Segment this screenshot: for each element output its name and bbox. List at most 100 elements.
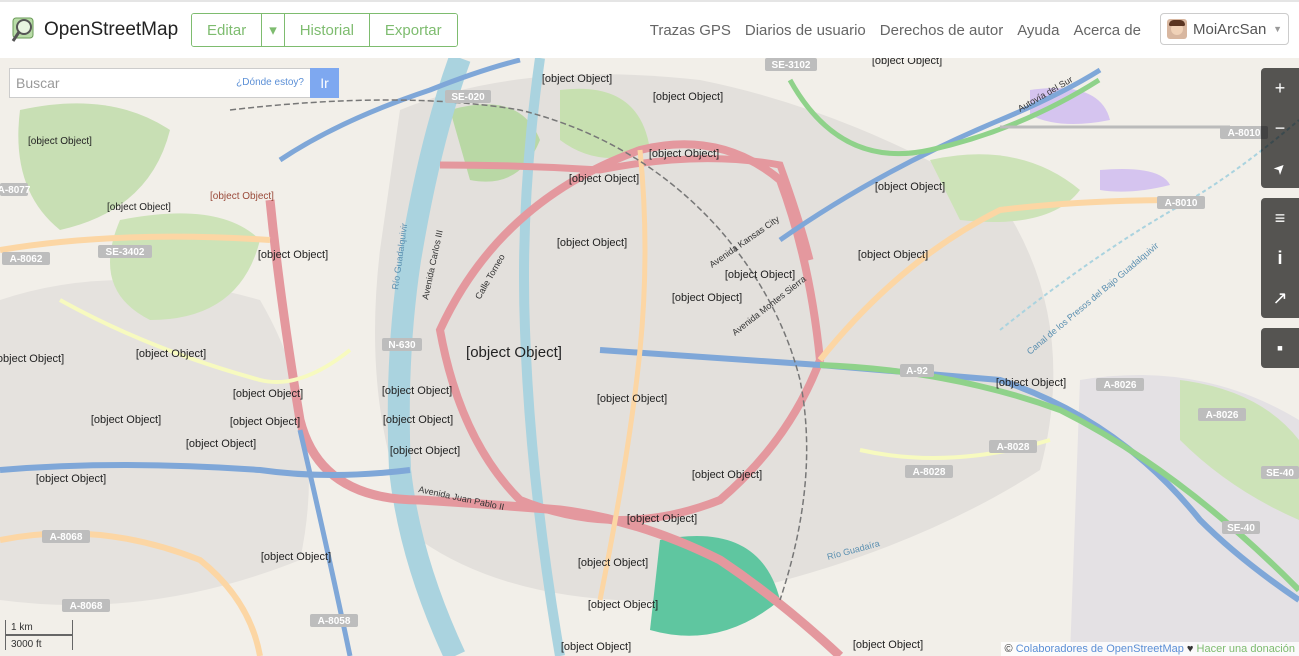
copyright-symbol: © <box>1004 643 1016 655</box>
place-label: [object Object] <box>91 414 161 426</box>
chevron-down-icon: ▼ <box>1273 24 1282 34</box>
search-go-button[interactable]: Ir <box>310 68 339 98</box>
donate-link[interactable]: Hacer una donación <box>1197 643 1295 655</box>
svg-text:N-630: N-630 <box>388 340 416 351</box>
nav-user-diaries[interactable]: Diarios de usuario <box>745 22 866 39</box>
contributors-link[interactable]: Colaboradores de OpenStreetMap <box>1016 643 1184 655</box>
place-label: [object Object] <box>210 191 274 202</box>
edit-button-group: Editar ▾ Historial Exportar <box>191 13 458 47</box>
shield-a8010: A-8010 <box>1157 196 1205 209</box>
place-label: [object Object] <box>875 181 945 193</box>
svg-text:A-8028: A-8028 <box>997 442 1030 453</box>
place-label: [object Object] <box>858 249 928 261</box>
shield-se40: SE-40 <box>1261 466 1299 479</box>
svg-text:A-8028: A-8028 <box>913 467 946 478</box>
shield-n630: N-630 <box>382 338 422 351</box>
shield-se3102: SE-3102 <box>765 58 817 71</box>
export-button[interactable]: Exportar <box>369 14 457 46</box>
place-label: [object Object] <box>653 91 723 103</box>
scale-km-label: 1 km <box>11 622 33 633</box>
osm-logo[interactable]: OpenStreetMap <box>10 16 178 44</box>
scale-bar: 1 km 3000 ft <box>5 620 73 652</box>
canal <box>999 119 1299 331</box>
shield-a92: A-92 <box>900 364 934 377</box>
map-render: SE-020 SE-3102 SE-3402 A-8062 A-8077 N-6… <box>0 58 1299 656</box>
attribution: © Colaboradores de OpenStreetMap ♥ Hacer… <box>1000 642 1299 656</box>
shield-a8026: A-8026 <box>1096 378 1144 391</box>
zoom-out-button[interactable]: − <box>1261 108 1299 148</box>
place-label: [object Object] <box>233 388 303 400</box>
svg-text:SE-020: SE-020 <box>451 92 485 103</box>
svg-text:SE-3102: SE-3102 <box>772 60 811 71</box>
locate-button[interactable]: ➤ <box>1261 148 1299 188</box>
add-note-button[interactable]: ▪ <box>1261 328 1299 368</box>
place-label: [object Object] <box>561 641 631 653</box>
nav-about[interactable]: Acerca de <box>1073 22 1141 39</box>
scale-ft-label: 3000 ft <box>11 639 42 650</box>
note-controls: ▪ <box>1261 328 1299 368</box>
svg-text:SE-40: SE-40 <box>1266 468 1294 479</box>
svg-text:A-8010: A-8010 <box>1165 198 1198 209</box>
shield-a8068: A-8068 <box>42 530 90 543</box>
shield-a8077: A-8077 <box>0 183 31 196</box>
site-header: OpenStreetMap Editar ▾ Historial Exporta… <box>0 2 1299 59</box>
share-button[interactable]: ↗ <box>1261 278 1299 318</box>
map-panel-controls: ≡ i ↗ <box>1261 198 1299 318</box>
svg-text:SE-40: SE-40 <box>1227 523 1255 534</box>
svg-text:A-8077: A-8077 <box>0 185 31 196</box>
map-key-button[interactable]: i <box>1261 238 1299 278</box>
place-label: [object Object] <box>382 385 452 397</box>
history-button[interactable]: Historial <box>284 14 370 46</box>
nav-copyright[interactable]: Derechos de autor <box>880 22 1003 39</box>
place-label: [object Object] <box>569 173 639 185</box>
svg-text:A-8068: A-8068 <box>70 601 103 612</box>
speech-bubble-icon: ▪ <box>1276 337 1284 358</box>
place-label: [object Object] <box>588 599 658 611</box>
shield-a8028: A-8028 <box>989 440 1037 453</box>
svg-text:A-8062: A-8062 <box>10 254 43 265</box>
place-label: [object Object] <box>36 473 106 485</box>
industrial-area <box>1100 169 1170 192</box>
place-label: [object Object] <box>261 551 331 563</box>
heart-icon: ♥ <box>1183 643 1197 655</box>
logo-text: OpenStreetMap <box>44 19 179 40</box>
place-label: [object Object] <box>627 513 697 525</box>
svg-text:A-8058: A-8058 <box>318 616 351 627</box>
place-label: [object Object] <box>692 469 762 481</box>
edit-button[interactable]: Editar <box>192 14 263 46</box>
place-label: [object Object] <box>557 237 627 249</box>
shield-a8026: A-8026 <box>1198 408 1246 421</box>
place-label: [object Object] <box>542 73 612 85</box>
nav-help[interactable]: Ayuda <box>1017 22 1059 39</box>
search-placeholder: Buscar <box>16 75 60 91</box>
secondary-nav: Trazas GPS Diarios de usuario Derechos d… <box>650 22 1141 39</box>
nav-gps-traces[interactable]: Trazas GPS <box>650 22 731 39</box>
shield-se40: SE-40 <box>1222 521 1260 534</box>
place-label: [object Object] <box>853 639 923 651</box>
shield-a8068: A-8068 <box>62 599 110 612</box>
shield-a8028: A-8028 <box>905 465 953 478</box>
svg-text:A-8010: A-8010 <box>1228 128 1261 139</box>
where-am-i-link[interactable]: ¿Dónde estoy? <box>236 77 304 88</box>
shield-se3402: SE-3402 <box>98 245 152 258</box>
location-arrow-icon: ➤ <box>1269 157 1290 178</box>
place-label: [object Object] <box>466 344 562 361</box>
layers-button[interactable]: ≡ <box>1261 198 1299 238</box>
info-icon: i <box>1277 247 1283 268</box>
svg-text:A-8068: A-8068 <box>50 532 83 543</box>
place-label: [object Object] <box>996 377 1066 389</box>
place-label: [object Object] <box>136 348 206 360</box>
search-input[interactable]: Buscar ¿Dónde estoy? <box>9 68 310 98</box>
place-label: [object Object] <box>872 58 942 67</box>
caret-down-icon: ▾ <box>269 22 277 39</box>
place-label: [object Object] <box>28 136 92 147</box>
edit-dropdown-button[interactable]: ▾ <box>262 14 285 46</box>
zoom-in-button[interactable]: + <box>1261 68 1299 108</box>
place-label: [object Object] <box>672 292 742 304</box>
map-canvas[interactable]: SE-020 SE-3102 SE-3402 A-8062 A-8077 N-6… <box>0 58 1299 656</box>
osm-magnifier-icon <box>11 17 34 42</box>
share-icon: ↗ <box>1272 287 1288 308</box>
place-label: [object Object] <box>107 202 171 213</box>
user-menu[interactable]: MoiArcSan ▼ <box>1160 13 1289 45</box>
place-label: [object Object] <box>186 438 256 450</box>
